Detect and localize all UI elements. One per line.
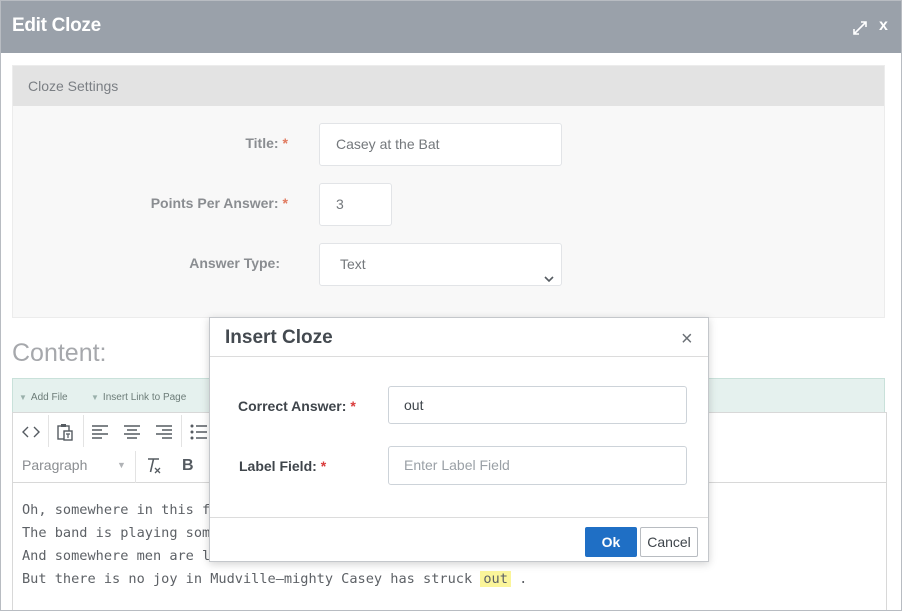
points-per-answer-input[interactable]: 3	[319, 183, 392, 226]
ok-button[interactable]: Ok	[585, 527, 637, 557]
settings-header: Cloze Settings	[13, 66, 884, 106]
chevron-down-icon	[544, 259, 554, 283]
clear-formatting-icon[interactable]	[145, 457, 163, 474]
settings-header-label: Cloze Settings	[28, 78, 119, 94]
answer-type-select[interactable]: Text	[319, 243, 562, 286]
title-input[interactable]: Casey at the Bat	[319, 123, 562, 166]
correct-answer-value: out	[404, 397, 424, 413]
window-close-button[interactable]: x	[879, 17, 888, 35]
align-right-icon[interactable]	[155, 424, 173, 440]
chevron-down-icon: ▼	[117, 460, 126, 470]
add-file-link[interactable]: ▼ Add File	[19, 392, 68, 403]
required-mark: *	[282, 195, 288, 211]
dialog-title: Insert Cloze	[225, 327, 333, 348]
required-mark: *	[350, 398, 356, 414]
paste-text-icon[interactable]	[56, 423, 74, 441]
insert-link-label: Insert Link to Page	[102, 392, 187, 403]
cloze-highlight[interactable]: out	[480, 571, 511, 587]
content-line-with-cloze: But there is no joy in Mudville—mighty C…	[22, 568, 527, 591]
align-left-icon[interactable]	[91, 424, 109, 440]
points-per-answer-label: Points Per Answer: *	[113, 195, 288, 211]
answer-type-label: Answer Type:	[113, 255, 280, 271]
toolbar-divider	[83, 415, 84, 447]
bold-button[interactable]: B	[182, 457, 200, 474]
cancel-button[interactable]: Cancel	[640, 527, 698, 557]
toolbar-divider	[48, 415, 49, 447]
toolbar-divider	[135, 451, 136, 483]
toolbar-divider	[181, 415, 182, 447]
close-icon[interactable]: ×	[681, 328, 693, 351]
paragraph-format-select[interactable]: Paragraph	[22, 457, 87, 473]
dialog-divider	[210, 356, 708, 357]
align-center-icon[interactable]	[123, 424, 141, 440]
correct-answer-input[interactable]: out	[388, 386, 687, 424]
answer-type-value: Text	[340, 256, 366, 272]
expand-icon[interactable]	[852, 20, 868, 36]
answer-type-label-text: Answer Type:	[189, 255, 280, 271]
insert-link-to-page-link[interactable]: ▼ Insert Link to Page	[91, 392, 186, 403]
window-title: Edit Cloze	[12, 15, 101, 36]
cloze-settings-panel: Cloze Settings Title: * Casey at the Bat …	[12, 65, 885, 318]
correct-answer-label-text: Correct Answer:	[238, 398, 347, 414]
content-line-trailing: .	[510, 571, 528, 587]
edit-cloze-window: Edit Cloze x Cloze Settings Title: * Case…	[0, 0, 902, 611]
points-label-text: Points Per Answer:	[150, 195, 279, 211]
dialog-divider	[210, 517, 708, 518]
correct-answer-label: Correct Answer: *	[238, 398, 356, 414]
insert-cloze-dialog: Insert Cloze × Correct Answer: * out Labe…	[209, 317, 709, 562]
window-titlebar: Edit Cloze x	[1, 1, 901, 53]
dropdown-triangle-icon: ▼	[91, 393, 99, 402]
add-file-label: Add File	[30, 392, 68, 403]
content-heading: Content:	[12, 339, 107, 367]
required-mark: *	[282, 135, 288, 151]
title-label: Title: *	[163, 135, 288, 151]
title-label-text: Title:	[245, 135, 279, 151]
label-field-placeholder: Enter Label Field	[404, 457, 510, 473]
required-mark: *	[320, 458, 327, 474]
label-field-label-text: Label Field:	[239, 458, 317, 474]
bullet-list-icon[interactable]	[190, 424, 208, 440]
label-field-input[interactable]: Enter Label Field	[388, 446, 687, 485]
label-field-label: Label Field: *	[239, 458, 326, 474]
dropdown-triangle-icon: ▼	[19, 393, 27, 402]
title-input-value: Casey at the Bat	[336, 136, 440, 152]
content-line-text: But there is no joy in Mudville—mighty C…	[22, 571, 473, 587]
code-view-icon[interactable]	[22, 424, 40, 440]
points-input-value: 3	[336, 196, 344, 212]
